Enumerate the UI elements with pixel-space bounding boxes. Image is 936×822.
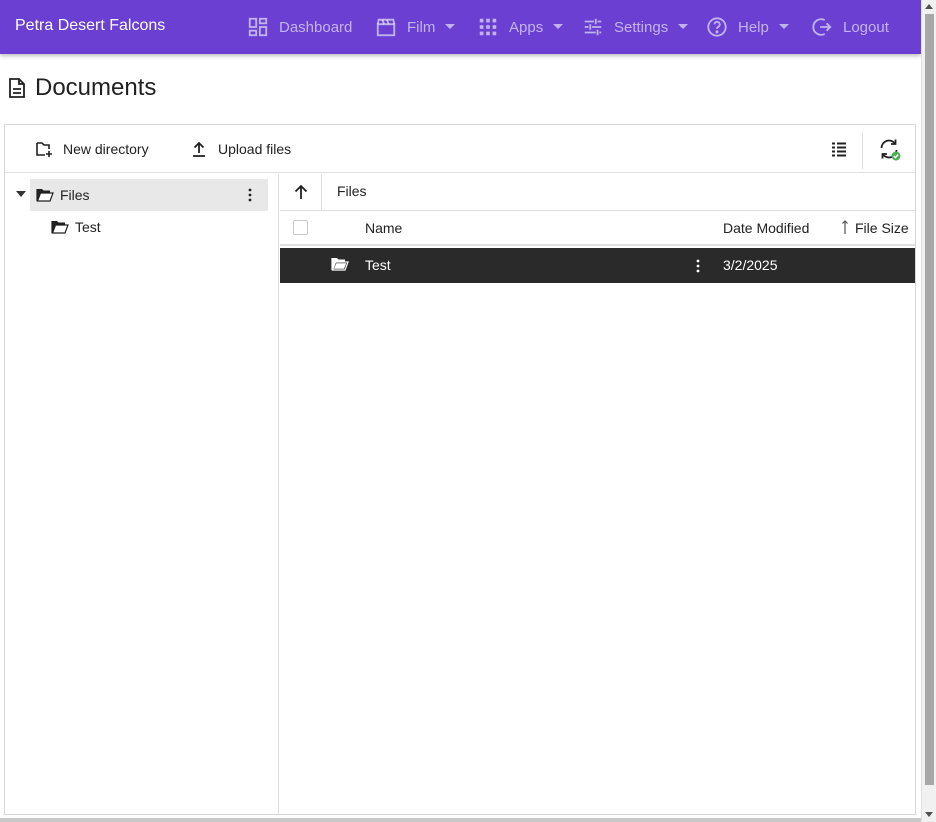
arrow-up-icon	[294, 184, 307, 199]
new-directory-label: New directory	[63, 141, 149, 157]
file-list-panel: Files Name Date Modified File Size Test …	[280, 174, 915, 814]
page-bottom-edge	[0, 818, 921, 822]
row-name: Test	[365, 257, 391, 273]
tree-item-files[interactable]: Files	[30, 179, 268, 211]
nav-logout[interactable]: Logout	[811, 0, 889, 54]
folder-open-icon	[51, 221, 69, 234]
nav-settings-label: Settings	[614, 18, 669, 36]
scrollbar-thumb[interactable]	[925, 14, 934, 785]
nav-help-label: Help	[738, 18, 769, 36]
tree-item-test[interactable]: Test	[51, 211, 101, 243]
chevron-down-icon	[778, 23, 789, 29]
nav-apps-label: Apps	[509, 18, 544, 36]
breadcrumb-files[interactable]: Files	[337, 183, 367, 199]
page-scrollbar[interactable]	[921, 0, 936, 822]
parent-directory-button[interactable]	[280, 174, 322, 210]
folder-open-icon	[331, 258, 349, 271]
chevron-down-icon	[678, 23, 689, 29]
clapperboard-icon	[376, 18, 396, 37]
chevron-down-icon	[445, 23, 456, 29]
path-bar: Files	[280, 174, 915, 211]
nav-dashboard-label: Dashboard	[279, 18, 353, 36]
refresh-sync-icon	[880, 139, 901, 161]
sort-arrow-icon[interactable]	[841, 219, 849, 235]
folder-open-icon	[36, 189, 54, 202]
refresh-button[interactable]	[871, 131, 907, 167]
tree-item-test-label: Test	[75, 219, 101, 235]
nav-settings[interactable]: Settings	[582, 0, 689, 54]
chevron-down-icon	[553, 23, 564, 29]
file-toolbar: New directory Upload files	[5, 125, 915, 173]
column-date-modified[interactable]: Date Modified	[723, 220, 809, 236]
view-toggle-button[interactable]	[821, 131, 857, 167]
scroll-up-arrow-icon[interactable]	[925, 4, 933, 9]
nav-logout-label: Logout	[843, 18, 889, 36]
document-icon	[9, 78, 25, 98]
brand-title[interactable]: Petra Desert Falcons	[15, 17, 165, 35]
apps-grid-icon	[479, 18, 497, 36]
column-file-size[interactable]: File Size	[855, 220, 909, 236]
toolbar-divider	[862, 133, 863, 169]
more-vertical-icon[interactable]	[690, 257, 706, 275]
nav-apps[interactable]: Apps	[477, 0, 564, 54]
table-header: Name Date Modified File Size	[280, 211, 915, 246]
upload-files-label: Upload files	[218, 141, 292, 157]
nav-film-label: Film	[407, 18, 436, 36]
list-view-icon	[832, 142, 846, 157]
dashboard-icon	[248, 17, 268, 37]
row-date-modified: 3/2/2025	[723, 257, 778, 273]
help-circle-icon	[707, 17, 727, 37]
select-all-checkbox[interactable]	[293, 220, 308, 235]
new-folder-icon	[36, 142, 52, 157]
sliders-icon	[584, 18, 602, 36]
logout-icon	[812, 18, 832, 36]
upload-icon	[193, 141, 205, 157]
tree-item-files-label: Files	[60, 187, 90, 203]
upload-files-button[interactable]: Upload files	[190, 125, 291, 173]
caret-down-icon[interactable]	[16, 191, 26, 197]
column-name[interactable]: Name	[365, 220, 402, 236]
scroll-down-arrow-icon[interactable]	[925, 812, 933, 817]
nav-dashboard[interactable]: Dashboard	[247, 0, 352, 54]
file-manager: New directory Upload files Files Test Fi…	[4, 124, 916, 815]
new-directory-button[interactable]: New directory	[35, 125, 149, 173]
top-navbar: Petra Desert Falcons Dashboard Film Apps…	[0, 0, 921, 54]
folder-tree: Files Test	[5, 174, 279, 814]
more-vertical-icon[interactable]	[242, 187, 258, 203]
nav-film[interactable]: Film	[375, 0, 456, 54]
table-row[interactable]: Test 3/2/2025	[280, 248, 915, 283]
nav-help[interactable]: Help	[706, 0, 789, 54]
page-title: Documents	[35, 74, 157, 101]
page-heading: Documents	[7, 74, 156, 102]
